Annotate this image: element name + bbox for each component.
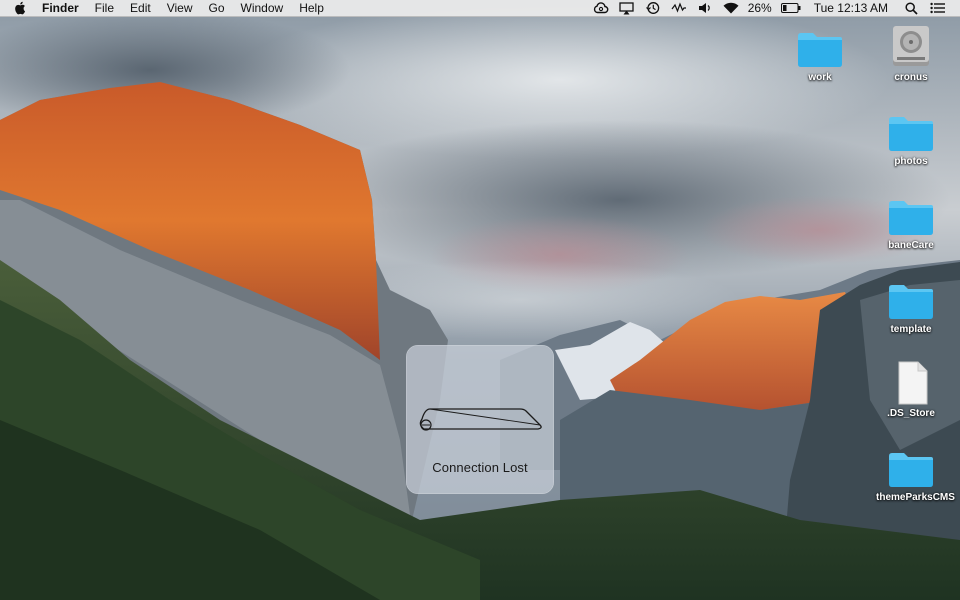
desktop-icon-label: themeParksCMS [876, 492, 955, 503]
desktop-wallpaper [0, 0, 960, 600]
desktop-icon-themeparkscms[interactable]: themeParksCMS [876, 448, 955, 503]
battery-percent[interactable]: 26% [748, 0, 772, 17]
time-machine-icon[interactable] [645, 1, 661, 15]
document-icon [898, 361, 928, 405]
desktop-icon-label: template [890, 324, 932, 335]
desktop-icon-label: .DS_Store [887, 408, 935, 419]
desktop-icon-ds-store[interactable]: .DS_Store [876, 360, 946, 419]
menu-window[interactable]: Window [233, 0, 292, 17]
desktop-icon-cronus[interactable]: cronus [876, 24, 946, 83]
volume-icon[interactable] [697, 1, 713, 15]
apple-logo-icon[interactable] [14, 1, 28, 15]
menu-edit[interactable]: Edit [122, 0, 159, 17]
desktop-icon-banecare[interactable]: baneCare [876, 196, 946, 251]
menu-go[interactable]: Go [201, 0, 233, 17]
folder-icon [889, 453, 933, 487]
activity-icon[interactable] [671, 1, 687, 15]
desktop-icon-template[interactable]: template [876, 280, 946, 335]
connection-lost-hud: Connection Lost [406, 345, 554, 494]
menu-file[interactable]: File [87, 0, 122, 17]
battery-icon[interactable] [780, 1, 801, 15]
folder-icon [889, 285, 933, 319]
hud-message: Connection Lost [432, 460, 528, 475]
menu-view[interactable]: View [159, 0, 201, 17]
menu-finder[interactable]: Finder [42, 0, 87, 17]
desktop-icon-label: work [808, 72, 832, 83]
folder-icon [889, 117, 933, 151]
desktop-icon-photos[interactable]: photos [876, 112, 946, 167]
trackpad-icon [419, 408, 542, 431]
desktop-icon-work[interactable]: work [785, 28, 855, 83]
menubar-clock[interactable]: Tue 12:13 AM [814, 1, 888, 15]
creative-cloud-icon[interactable] [593, 1, 609, 15]
desktop-icon-label: photos [894, 156, 928, 167]
folder-icon [889, 201, 933, 235]
airplay-icon[interactable] [619, 1, 635, 15]
desktop-icon-label: baneCare [888, 240, 934, 251]
search-icon[interactable] [903, 1, 919, 15]
desktop-icon-label: cronus [894, 72, 928, 83]
notification-center-icon[interactable] [929, 1, 945, 15]
wifi-icon[interactable] [723, 1, 739, 15]
hard-drive-icon [893, 26, 929, 66]
menu-help[interactable]: Help [291, 0, 332, 17]
menu-bar: Finder File Edit View Go Window Help 26%… [0, 0, 960, 17]
folder-icon [798, 33, 842, 67]
